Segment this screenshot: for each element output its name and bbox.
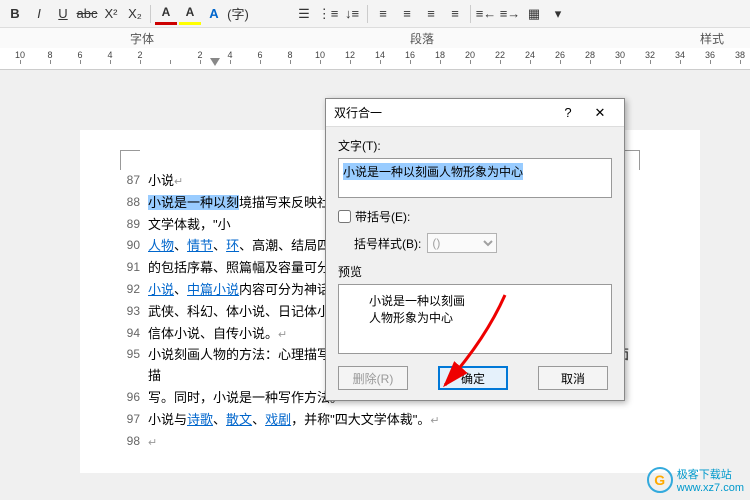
- increase-indent-button[interactable]: ≡→: [499, 3, 521, 25]
- separator: [367, 5, 368, 23]
- text-line[interactable]: 98↵: [120, 432, 640, 453]
- paragraph-group-label: 段落: [410, 30, 434, 47]
- line-number: 92: [120, 280, 148, 301]
- line-number: 91: [120, 258, 148, 279]
- font-color-button[interactable]: A: [155, 3, 177, 25]
- borders-button[interactable]: ▦: [523, 3, 545, 25]
- help-button[interactable]: ?: [552, 102, 584, 124]
- brackets-label: 带括号(E):: [355, 208, 410, 225]
- separator: [470, 5, 471, 23]
- text-input[interactable]: 小说是一种以刻画人物形象为中心: [338, 158, 612, 198]
- align-right-button[interactable]: ≡: [420, 3, 442, 25]
- line-number: 88: [120, 193, 148, 214]
- brackets-checkbox[interactable]: [338, 210, 351, 223]
- line-text: 小说与诗歌、散文、戏剧，并称"四大文学体裁"。↵: [148, 410, 640, 431]
- line-number: 89: [120, 215, 148, 236]
- numbered-list-button[interactable]: ⋮≡: [317, 3, 339, 25]
- watermark: G 极客下载站 www.xz7.com: [647, 466, 744, 494]
- underline-button[interactable]: U: [52, 3, 74, 25]
- ribbon-toolbar: B I U abc X² X₂ A A A (字) ☰ ⋮≡ ↓≡ ≡ ≡ ≡ …: [0, 0, 750, 28]
- text-input-value: 小说是一种以刻画人物形象为中心: [343, 163, 523, 180]
- italic-button[interactable]: I: [28, 3, 50, 25]
- indent-marker-icon[interactable]: [210, 58, 220, 68]
- line-number: 95: [120, 345, 148, 387]
- watermark-url: www.xz7.com: [677, 482, 744, 494]
- watermark-name: 极客下载站: [677, 466, 744, 482]
- line-number: 94: [120, 324, 148, 345]
- text-effects-button[interactable]: A: [203, 3, 225, 25]
- styles-group-label: 样式: [700, 30, 724, 47]
- cancel-button[interactable]: 取消: [538, 366, 608, 390]
- strikethrough-button[interactable]: abc: [76, 3, 98, 25]
- two-lines-in-one-dialog: 双行合一 ? ✕ 文字(T): 小说是一种以刻画人物形象为中心 带括号(E): …: [325, 98, 625, 401]
- line-number: 96: [120, 388, 148, 409]
- text-field-label: 文字(T):: [338, 137, 612, 154]
- line-number: 98: [120, 432, 148, 453]
- text-line[interactable]: 97小说与诗歌、散文、戏剧，并称"四大文学体裁"。↵: [120, 410, 640, 431]
- margin-corner-tl: [120, 150, 140, 170]
- ok-button[interactable]: 确定: [438, 366, 508, 390]
- dropdown-icon[interactable]: ▾: [547, 3, 569, 25]
- watermark-logo-icon: G: [647, 467, 673, 493]
- horizontal-ruler[interactable]: 1086422468101214161820222426283032343638: [0, 48, 750, 70]
- justify-button[interactable]: ≡: [444, 3, 466, 25]
- dialog-body: 文字(T): 小说是一种以刻画人物形象为中心 带括号(E): 括号样式(B): …: [326, 127, 624, 400]
- subscript-button[interactable]: X₂: [124, 3, 146, 25]
- highlight-button[interactable]: A: [179, 3, 201, 25]
- enclose-char-button[interactable]: (字): [227, 3, 249, 25]
- bullet-list-button[interactable]: ☰: [293, 3, 315, 25]
- align-left-button[interactable]: ≡: [372, 3, 394, 25]
- dialog-titlebar[interactable]: 双行合一 ? ✕: [326, 99, 624, 127]
- delete-button[interactable]: 删除(R): [338, 366, 408, 390]
- bracket-style-label: 括号样式(B):: [354, 235, 421, 252]
- separator: [150, 5, 151, 23]
- preview-line2: 人物形象为中心: [369, 310, 581, 327]
- dialog-title: 双行合一: [334, 104, 552, 121]
- bold-button[interactable]: B: [4, 3, 26, 25]
- line-number: 93: [120, 302, 148, 323]
- preview-box: 小说是一种以刻画 人物形象为中心: [338, 284, 612, 354]
- font-group-label: 字体: [130, 30, 154, 47]
- line-text: ↵: [148, 432, 640, 453]
- line-number: 90: [120, 236, 148, 257]
- close-button[interactable]: ✕: [584, 102, 616, 124]
- preview-line1: 小说是一种以刻画: [369, 293, 581, 310]
- bracket-style-select[interactable]: (): [427, 233, 497, 253]
- multilevel-list-button[interactable]: ↓≡: [341, 3, 363, 25]
- preview-label: 预览: [338, 263, 612, 280]
- ribbon-group-labels: 字体 段落 样式: [0, 28, 750, 48]
- decrease-indent-button[interactable]: ≡←: [475, 3, 497, 25]
- line-number: 87: [120, 171, 148, 192]
- line-number: 97: [120, 410, 148, 431]
- superscript-button[interactable]: X²: [100, 3, 122, 25]
- align-center-button[interactable]: ≡: [396, 3, 418, 25]
